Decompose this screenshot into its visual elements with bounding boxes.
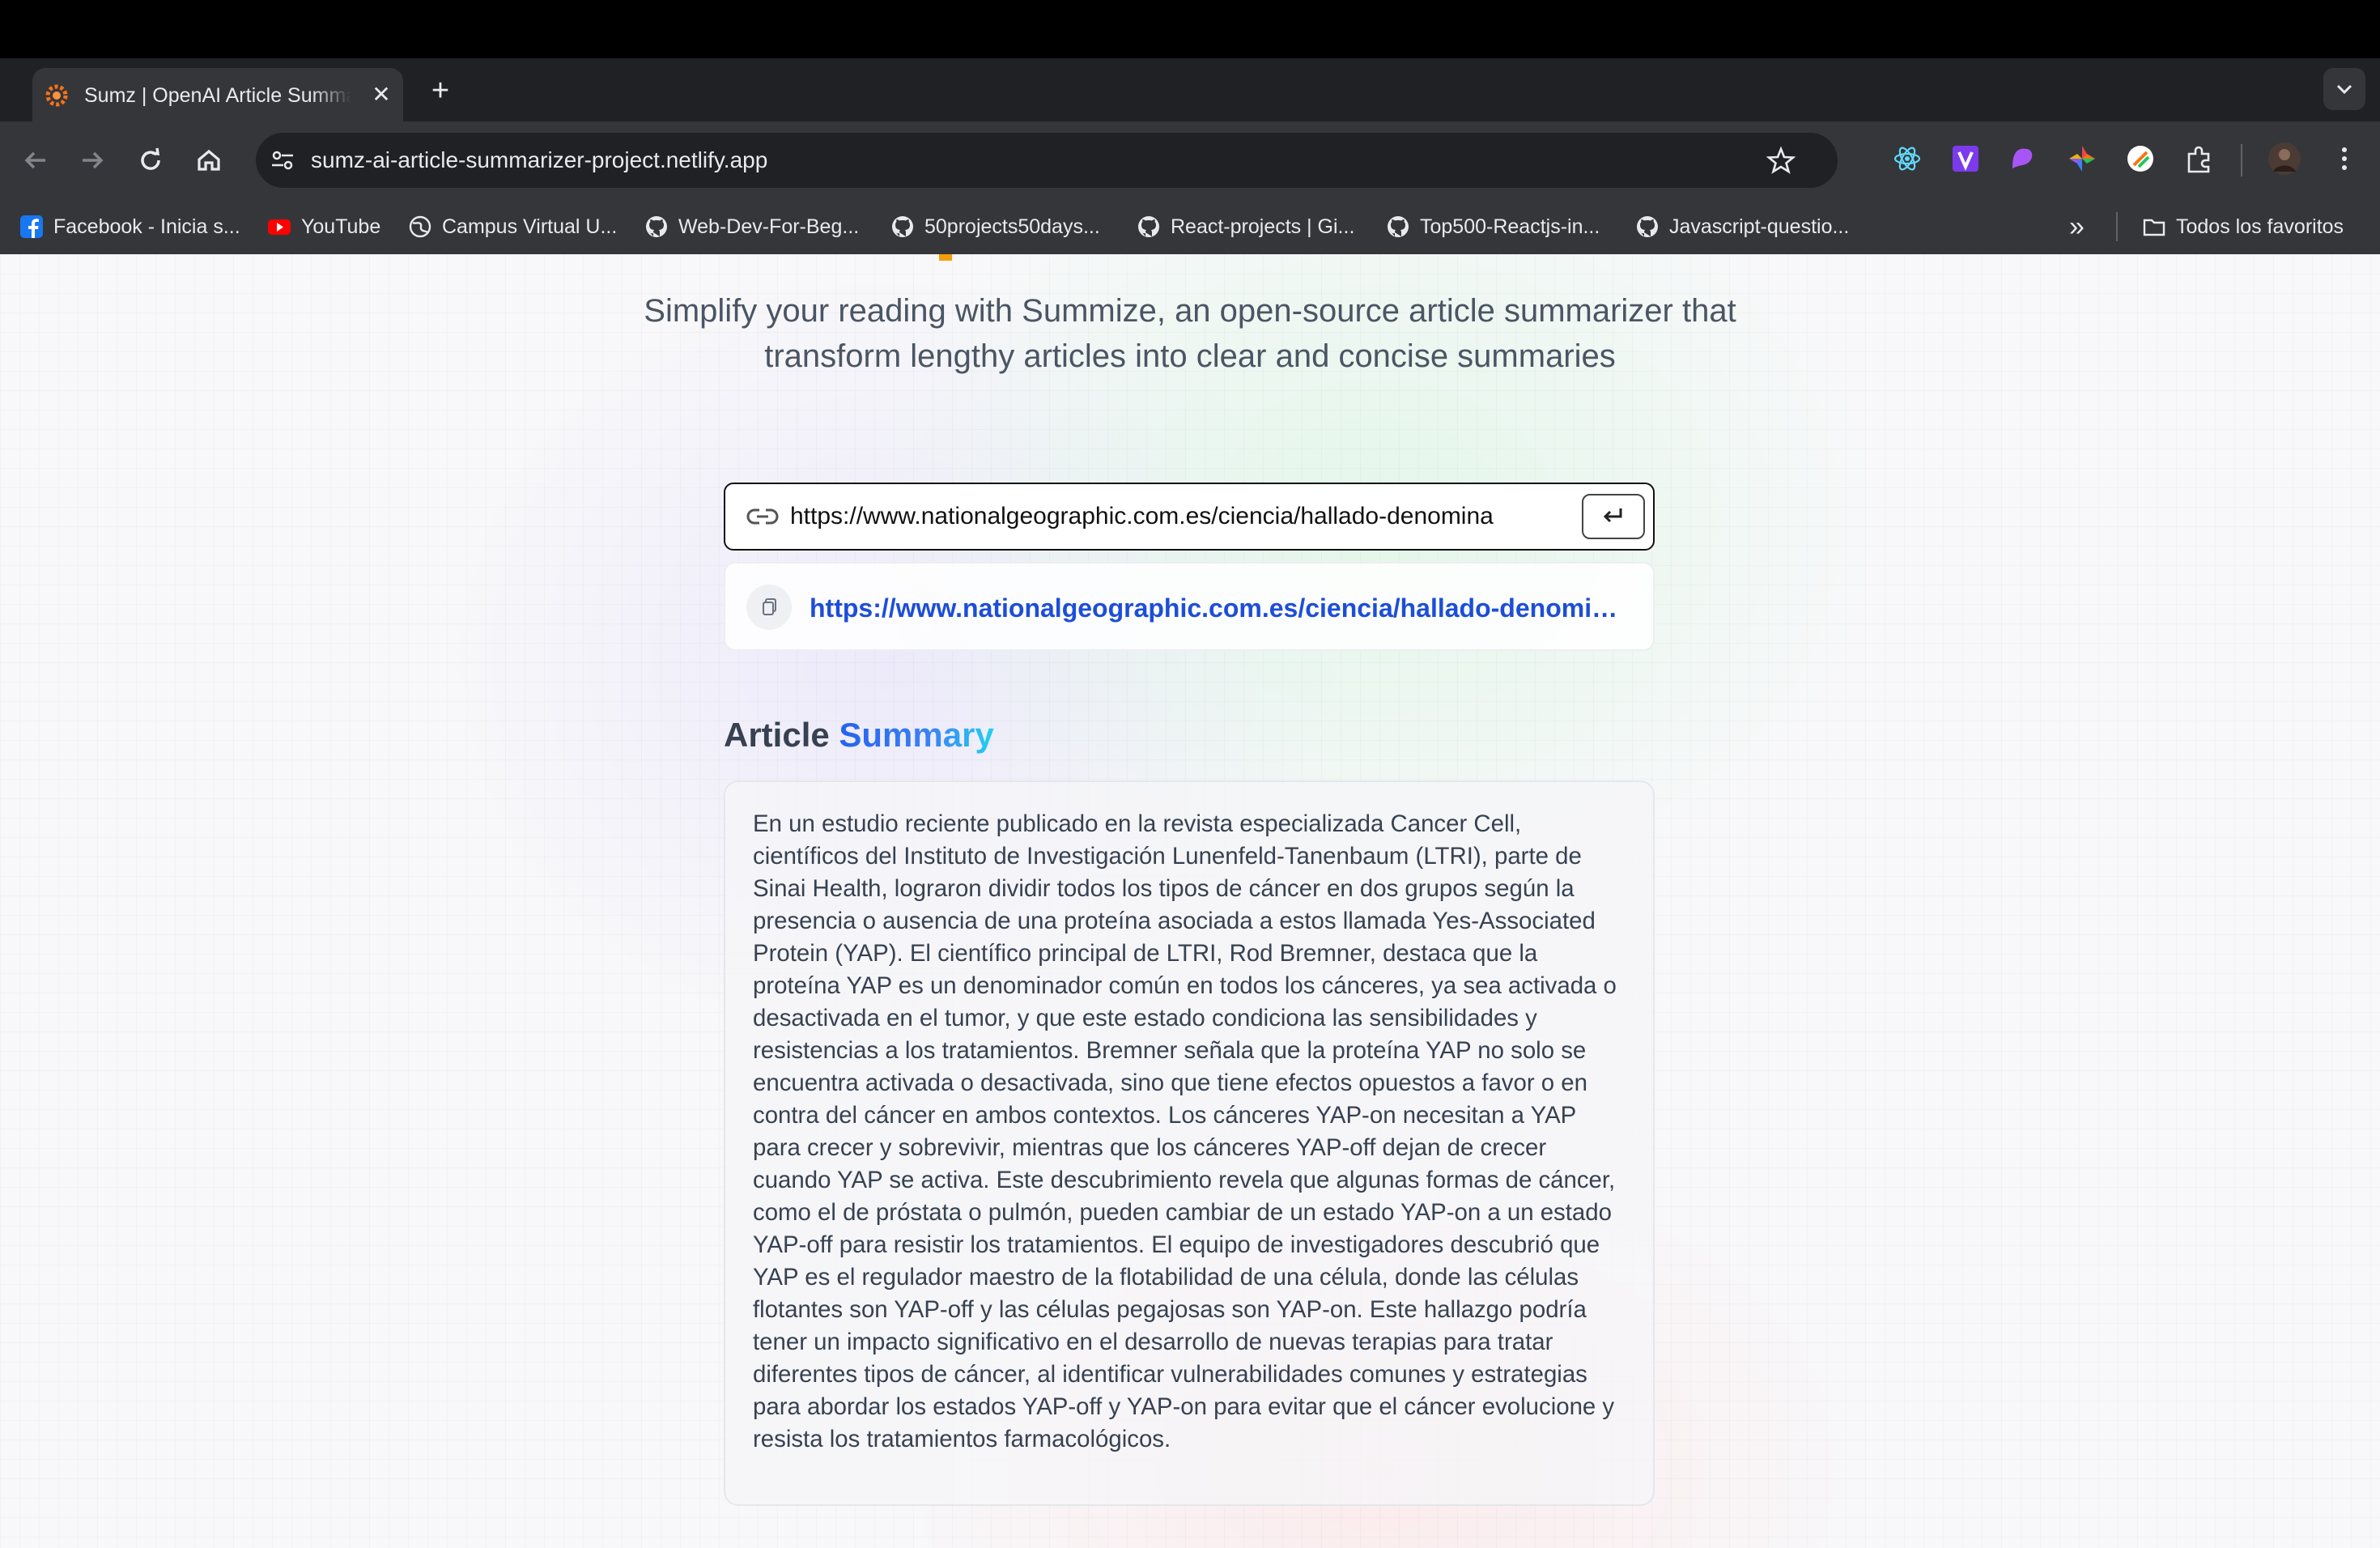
v-extension-icon[interactable] — [1949, 142, 1982, 175]
tab-search-button[interactable] — [2323, 68, 2365, 110]
github-icon — [646, 216, 667, 237]
bookmark-react-projects[interactable]: React-projects | Gi... — [1137, 211, 1354, 243]
all-bookmarks-label: Todos los favoritos — [2176, 215, 2344, 238]
page-viewport: Simplify your reading with Summize, an o… — [0, 254, 2380, 1548]
github-icon — [1388, 216, 1409, 237]
bookmarks-divider — [2116, 212, 2118, 241]
bookmark-label: Campus Virtual U... — [442, 215, 618, 238]
summary-heading: Article Summary — [724, 712, 994, 758]
summary-heading-prefix: Article — [724, 716, 830, 754]
bookmark-label: Web-Dev-For-Beg... — [678, 215, 860, 238]
youtube-icon — [268, 219, 291, 235]
bookmark-top500[interactable]: Top500-Reactjs-in... — [1386, 211, 1600, 243]
summary-box: En un estudio reciente publicado en la r… — [724, 780, 1655, 1506]
tab-title: Sumz | OpenAI Article Summarizer — [84, 84, 351, 107]
github-icon — [892, 216, 913, 237]
wappalyzer-icon[interactable] — [2124, 142, 2157, 175]
address-bar-url: sumz-ai-article-summarizer-project.netli… — [311, 147, 768, 172]
browser-tabstrip: Sumz | OpenAI Article Summarizer ✕ + — [0, 58, 2380, 121]
bookmark-web-dev[interactable]: Web-Dev-For-Beg... — [644, 211, 859, 243]
purple-extension-icon[interactable] — [2006, 142, 2038, 175]
os-menu-bar — [0, 0, 2380, 58]
link-icon — [746, 508, 779, 525]
bookmarks-bar: Facebook - Inicia s... YouTube Campus Vi… — [0, 199, 2380, 255]
chevron-down-icon — [2336, 84, 2352, 95]
enter-icon — [1603, 508, 1622, 523]
bookmark-star-icon[interactable] — [1766, 146, 1796, 175]
summarize-url-form — [724, 483, 1655, 551]
github-icon — [1637, 216, 1658, 237]
browser-toolbar: sumz-ai-article-summarizer-project.netli… — [0, 121, 2380, 199]
bookmark-label: Javascript-questio... — [1669, 215, 1850, 238]
submit-url-button[interactable] — [1582, 494, 1645, 539]
toolbar-divider — [2241, 144, 2242, 176]
copy-button[interactable] — [746, 585, 792, 630]
color-picker-icon[interactable] — [2066, 142, 2098, 175]
globe-icon — [409, 215, 431, 238]
header-accent-mark — [939, 254, 952, 261]
copy-icon — [763, 598, 776, 615]
folder-icon — [2143, 219, 2165, 236]
browser-menu-icon[interactable] — [2328, 142, 2361, 175]
facebook-icon — [20, 215, 43, 238]
bookmark-campus-virtual[interactable]: Campus Virtual U... — [408, 211, 617, 243]
profile-avatar[interactable] — [2267, 141, 2302, 176]
bookmark-label: 50projects50days... — [924, 215, 1100, 238]
new-tab-icon[interactable]: + — [424, 74, 457, 107]
bookmark-facebook[interactable]: Facebook - Inicia s... — [19, 211, 240, 243]
bookmark-label: React-projects | Gi... — [1171, 215, 1355, 238]
all-bookmarks-folder[interactable]: Todos los favoritos — [2142, 211, 2344, 243]
bookmark-label: Top500-Reactjs-in... — [1420, 215, 1600, 238]
page-tagline: Simplify your reading with Summize, an o… — [644, 293, 1736, 374]
tab-sumz[interactable]: Sumz | OpenAI Article Summarizer ✕ — [32, 68, 403, 121]
history-list-item[interactable]: https://www.nationalgeographic.com.es/ci… — [724, 562, 1655, 651]
forward-icon[interactable] — [74, 142, 110, 178]
back-icon[interactable] — [18, 142, 53, 178]
sumz-favicon-icon — [45, 84, 68, 107]
reload-icon[interactable] — [133, 142, 168, 178]
github-icon — [1138, 216, 1159, 237]
extensions-puzzle-icon[interactable] — [2182, 142, 2215, 175]
summary-text: En un estudio reciente publicado en la r… — [753, 810, 1617, 1452]
bookmark-javascript-questions[interactable]: Javascript-questio... — [1635, 211, 1849, 243]
summary-heading-accent: Summary — [839, 716, 994, 754]
bookmark-50projects[interactable]: 50projects50days... — [890, 211, 1100, 243]
tab-close-icon[interactable]: ✕ — [368, 81, 395, 108]
home-icon[interactable] — [191, 142, 227, 178]
bookmark-label: YouTube — [301, 215, 381, 238]
bookmark-youtube[interactable]: YouTube — [267, 211, 380, 243]
site-settings-icon[interactable] — [270, 149, 295, 172]
bookmarks-overflow-icon[interactable]: » — [2069, 211, 2085, 243]
article-url-input[interactable] — [790, 499, 1494, 534]
address-bar[interactable]: sumz-ai-article-summarizer-project.netli… — [256, 133, 1838, 188]
react-devtools-icon[interactable] — [1891, 142, 1923, 175]
history-url-link[interactable]: https://www.nationalgeographic.com.es/ci… — [810, 591, 1632, 625]
bookmark-label: Facebook - Inicia s... — [53, 215, 240, 238]
